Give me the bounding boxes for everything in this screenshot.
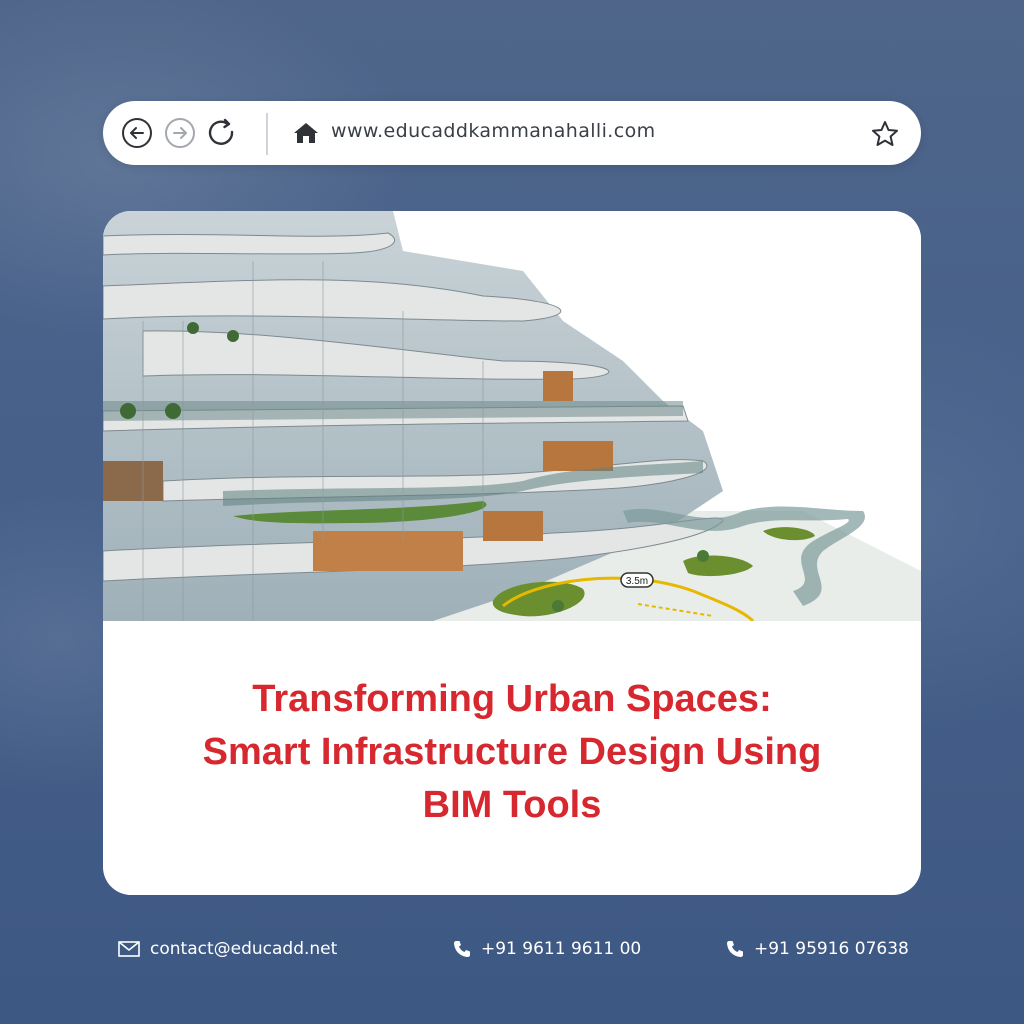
phone-icon bbox=[454, 941, 470, 957]
footer-phone-1[interactable]: +91 9611 9611 00 bbox=[453, 936, 641, 962]
footer-email[interactable]: contact@educadd.net bbox=[118, 936, 337, 962]
headline-line-1: Transforming Urban Spaces: bbox=[252, 678, 772, 720]
mail-icon bbox=[118, 941, 140, 957]
phone-icon bbox=[727, 941, 743, 957]
phone-2-text: +91 95916 07638 bbox=[754, 939, 909, 959]
forward-arrow-icon bbox=[165, 118, 195, 148]
browser-bar: www.educaddkammanahalli.com bbox=[103, 101, 921, 165]
back-arrow-icon bbox=[122, 118, 152, 148]
headline-line-3: BIM Tools bbox=[422, 784, 602, 826]
footer-phone-2[interactable]: +91 95916 07638 bbox=[726, 936, 909, 962]
content-card: 3.5m Transforming Urban Spaces: Smart In… bbox=[103, 211, 921, 895]
url-input[interactable]: www.educaddkammanahalli.com bbox=[331, 120, 656, 142]
toolbar-divider bbox=[266, 113, 268, 155]
reload-icon bbox=[208, 118, 234, 145]
email-text: contact@educadd.net bbox=[150, 939, 338, 959]
hero-image: 3.5m bbox=[103, 211, 921, 621]
phone-1-text: +91 9611 9611 00 bbox=[481, 939, 642, 959]
home-icon[interactable] bbox=[293, 121, 319, 145]
back-button[interactable] bbox=[121, 117, 153, 149]
forward-button[interactable] bbox=[164, 117, 196, 149]
reload-button[interactable] bbox=[206, 117, 238, 149]
star-icon[interactable] bbox=[870, 119, 900, 149]
dimension-label: 3.5m bbox=[626, 576, 648, 587]
headline: Transforming Urban Spaces: Smart Infrast… bbox=[133, 673, 891, 832]
headline-line-2: Smart Infrastructure Design Using bbox=[202, 731, 822, 773]
